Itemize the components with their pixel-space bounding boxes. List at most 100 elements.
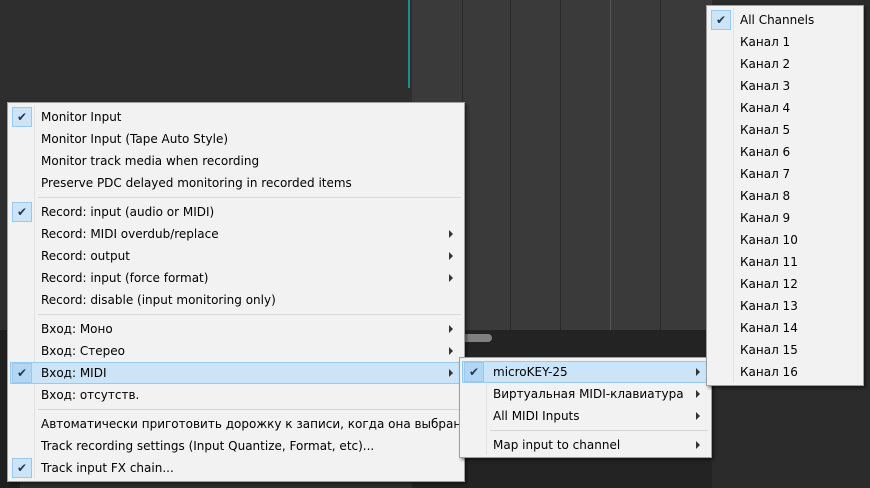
menu-item-label: Канал 11 [740,255,798,269]
submenu-arrow-icon [449,230,453,238]
submenu-arrow-icon [696,368,700,376]
menu-item-label: Record: output [41,249,130,263]
menu-item-channel-14[interactable]: Канал 14 [709,317,861,339]
menu-item-record-disable[interactable]: Record: disable (input monitoring only) [10,289,462,311]
menu-item-label: Канал 7 [740,167,791,181]
menu-item-track-recording-settings[interactable]: Track recording settings (Input Quantize… [10,435,462,457]
menu-separator [490,430,708,431]
menu-item-channel-3[interactable]: Канал 3 [709,75,861,97]
menu-item-track-input-fx-chain[interactable]: ✔ Track input FX chain... [10,457,462,479]
menu-item-channel-4[interactable]: Канал 4 [709,97,861,119]
menu-item-all-midi-inputs[interactable]: All MIDI Inputs [462,405,709,427]
menu-item-label: Канал 8 [740,189,791,203]
grid-line [660,0,661,330]
menu-item-channel-15[interactable]: Канал 15 [709,339,861,361]
menu-item-channel-7[interactable]: Канал 7 [709,163,861,185]
submenu-arrow-icon [449,325,453,333]
menu-item-label: Канал 4 [740,101,791,115]
menu-item-label: Канал 12 [740,277,798,291]
menu-item-monitor-input-tape[interactable]: Monitor Input (Tape Auto Style) [10,128,462,150]
menu-item-all-channels[interactable]: ✔ All Channels [709,9,861,31]
menu-item-label: Monitor track media when recording [41,154,260,168]
menu-item-input-midi[interactable]: ✔ Вход: MIDI [10,362,462,384]
track-divider [408,0,410,88]
menu-item-label: microKEY-25 [493,365,568,379]
menu-item-channel-6[interactable]: Канал 6 [709,141,861,163]
menu-item-label: Record: input (audio or MIDI) [41,205,215,219]
submenu-arrow-icon [696,390,700,398]
menu-item-label: Вход: Моно [41,322,113,336]
menu-item-label: Канал 2 [740,57,791,71]
menu-item-channel-1[interactable]: Канал 1 [709,31,861,53]
menu-item-label: Record: disable (input monitoring only) [41,293,276,307]
menu-item-label: Record: MIDI overdub/replace [41,227,219,241]
menu-item-label: Канал 15 [740,343,798,357]
menu-item-channel-9[interactable]: Канал 9 [709,207,861,229]
menu-item-label: Канал 10 [740,233,798,247]
menu-item-label: Monitor Input [41,110,122,124]
menu-item-input-none[interactable]: Вход: отсутств. [10,384,462,406]
menu-item-label: All MIDI Inputs [493,409,580,423]
menu-item-record-midi-overdub[interactable]: Record: MIDI overdub/replace [10,223,462,245]
grid-line [610,0,611,330]
midi-channel-submenu: ✔ All Channels Канал 1 Канал 2 Канал 3 К… [706,5,864,386]
menu-item-label: Канал 5 [740,123,791,137]
grid-line [560,0,561,330]
menu-item-monitor-input[interactable]: ✔ Monitor Input [10,106,462,128]
record-monitoring-context-menu: ✔ Monitor Input Monitor Input (Tape Auto… [7,102,469,482]
menu-item-label: Канал 3 [740,79,791,93]
submenu-arrow-icon [449,252,453,260]
menu-separator [38,409,461,410]
check-icon: ✔ [12,107,32,127]
menu-item-channel-16[interactable]: Канал 16 [709,361,861,383]
menu-item-label: Вход: Стерео [41,344,125,358]
menu-item-channel-2[interactable]: Канал 2 [709,53,861,75]
midi-input-submenu: ✔ microKEY-25 Виртуальная MIDI-клавиатур… [459,357,712,458]
menu-item-record-input[interactable]: ✔ Record: input (audio or MIDI) [10,201,462,223]
menu-item-channel-5[interactable]: Канал 5 [709,119,861,141]
menu-item-label: Вход: MIDI [41,366,107,380]
menu-item-label: Канал 6 [740,145,791,159]
menu-item-input-stereo[interactable]: Вход: Стерео [10,340,462,362]
menu-item-channel-11[interactable]: Канал 11 [709,251,861,273]
menu-item-label: Monitor Input (Tape Auto Style) [41,132,229,146]
menu-item-label: Канал 13 [740,299,798,313]
menu-item-label: Map input to channel [493,438,621,452]
menu-separator [38,197,461,198]
check-icon: ✔ [711,10,731,30]
menu-item-channel-10[interactable]: Канал 10 [709,229,861,251]
check-icon: ✔ [12,202,32,222]
menu-item-record-force-format[interactable]: Record: input (force format) [10,267,462,289]
menu-item-channel-13[interactable]: Канал 13 [709,295,861,317]
submenu-arrow-icon [449,274,453,282]
menu-item-preserve-pdc[interactable]: Preserve PDC delayed monitoring in recor… [10,172,462,194]
menu-item-record-output[interactable]: Record: output [10,245,462,267]
menu-item-label: Вход: отсутств. [41,388,140,402]
check-icon: ✔ [12,363,32,383]
menu-item-label: Record: input (force format) [41,271,209,285]
menu-item-label: All Channels [740,13,815,27]
menu-item-channel-8[interactable]: Канал 8 [709,185,861,207]
check-icon: ✔ [464,362,484,382]
submenu-arrow-icon [449,347,453,355]
submenu-arrow-icon [449,369,453,377]
menu-item-label: Track input FX chain... [41,461,174,475]
menu-item-input-mono[interactable]: Вход: Моно [10,318,462,340]
check-icon: ✔ [12,458,32,478]
menu-item-label: Канал 14 [740,321,798,335]
menu-item-microkey-25[interactable]: ✔ microKEY-25 [462,361,709,383]
menu-item-monitor-track-media[interactable]: Monitor track media when recording [10,150,462,172]
grid-line [510,0,511,330]
menu-item-label: Автоматически приготовить дорожку к запи… [41,417,469,431]
submenu-arrow-icon [696,441,700,449]
menu-item-virtual-midi-keyboard[interactable]: Виртуальная MIDI-клавиатура [462,383,709,405]
menu-item-channel-12[interactable]: Канал 12 [709,273,861,295]
menu-separator [38,314,461,315]
menu-item-label: Track recording settings (Input Quantize… [41,439,375,453]
menu-item-label: Канал 9 [740,211,791,225]
submenu-arrow-icon [696,412,700,420]
menu-item-label: Виртуальная MIDI-клавиатура [493,387,684,401]
menu-item-label: Канал 1 [740,35,791,49]
menu-item-auto-arm[interactable]: Автоматически приготовить дорожку к запи… [10,413,469,435]
menu-item-map-input-to-channel[interactable]: Map input to channel [462,434,709,456]
